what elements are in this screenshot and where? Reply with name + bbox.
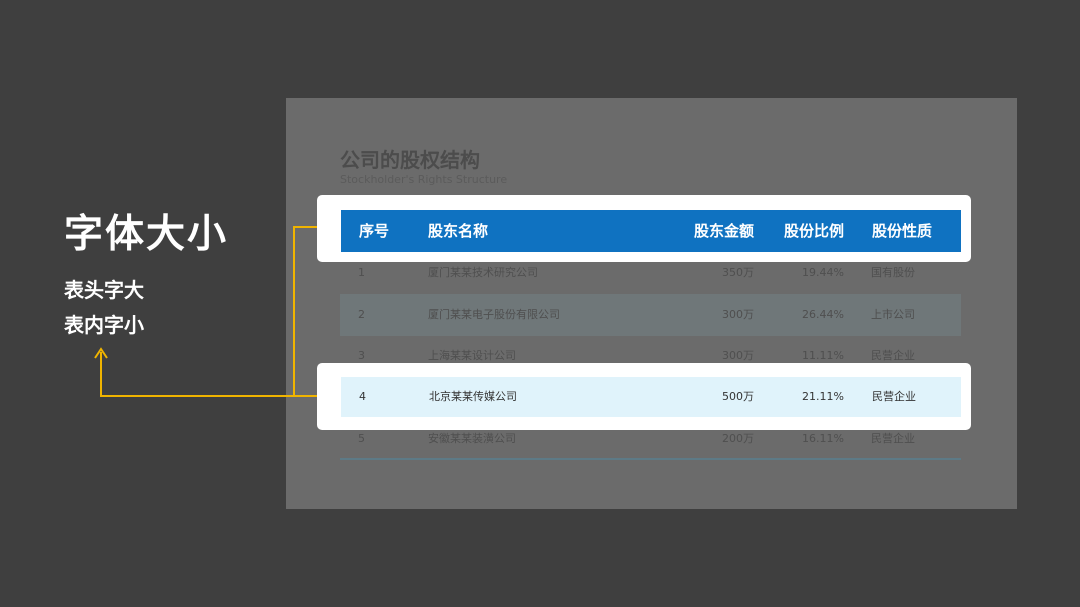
connector-arrow xyxy=(94,226,317,397)
connector-arrow-line xyxy=(100,352,294,397)
connector-line xyxy=(293,226,317,397)
